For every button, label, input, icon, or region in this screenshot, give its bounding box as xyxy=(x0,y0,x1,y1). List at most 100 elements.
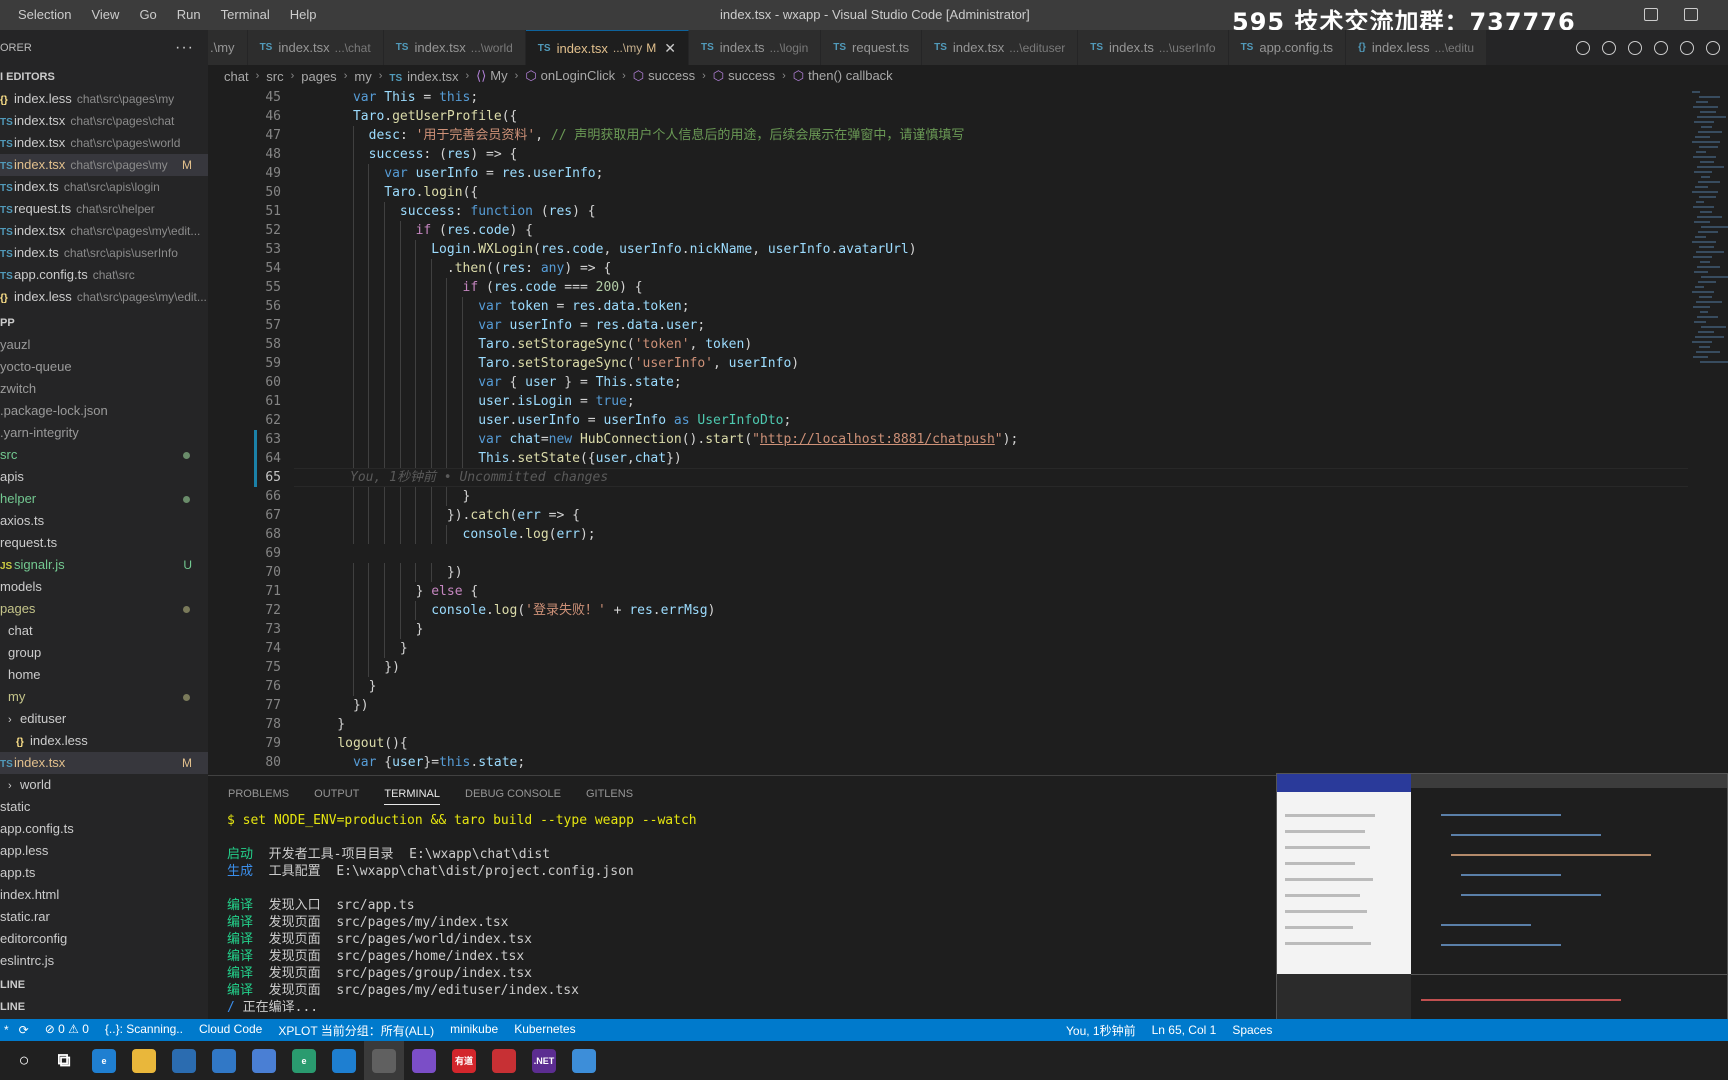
scanning-status[interactable]: {..}: Scanning.. xyxy=(105,1022,183,1039)
code-line[interactable]: 64 This.setState({user,chat}) xyxy=(208,449,1688,468)
tree-item-static-rar[interactable]: static.rar xyxy=(0,906,208,928)
code-line[interactable]: 77 }) xyxy=(208,696,1688,715)
toggle-sidebar-icon[interactable] xyxy=(1644,8,1658,21)
open-editor-item[interactable]: {} index.less chat\src\pages\my\edit... xyxy=(0,286,208,308)
xplot-group-status[interactable]: XPLOT 当前分组：所有(ALL) xyxy=(278,1022,434,1039)
open-editor-item[interactable]: {} index.less chat\src\pages\my xyxy=(0,88,208,110)
code-line[interactable]: 69 xyxy=(208,544,1688,563)
customize-layout-icon[interactable] xyxy=(1684,8,1698,21)
tree-item-app-ts[interactable]: app.ts xyxy=(0,862,208,884)
outline-section-title[interactable]: LINE xyxy=(0,974,25,996)
code-line[interactable]: 52 if (res.code) { xyxy=(208,221,1688,240)
timeline-icon[interactable] xyxy=(1576,40,1590,55)
tree-item-home[interactable]: home xyxy=(0,664,208,686)
taskbar-vscode[interactable] xyxy=(324,1041,364,1080)
next-change-icon[interactable] xyxy=(1680,40,1694,55)
taskbar-youdao[interactable]: 有道 xyxy=(444,1041,484,1080)
open-editor-item[interactable]: TSrequest.ts chat\src\helper xyxy=(0,198,208,220)
git-blame-status[interactable]: You, 1秒钟前 xyxy=(1066,1022,1136,1039)
code-line[interactable]: 56 var token = res.data.token; xyxy=(208,297,1688,316)
tree-item-app-config-ts[interactable]: app.config.ts xyxy=(0,818,208,840)
taskbar-edge-dev[interactable]: e xyxy=(284,1041,324,1080)
code-editor[interactable]: 45 var This = this; 46 Taro.getUserProfil… xyxy=(208,87,1688,775)
taskbar-mail[interactable] xyxy=(204,1041,244,1080)
taskbar-wechat[interactable] xyxy=(364,1041,404,1080)
code-line[interactable]: 62 user.userInfo = userInfo as UserInfoD… xyxy=(208,411,1688,430)
open-editor-item[interactable]: TSapp.config.ts chat\src xyxy=(0,264,208,286)
editor-tab[interactable]: TS index.tsx ...\edituser xyxy=(922,30,1079,65)
tree-item-pages[interactable]: pages xyxy=(0,598,208,620)
code-line[interactable]: 73 } xyxy=(208,620,1688,639)
editor-tab[interactable]: TS index.ts ...\userInfo xyxy=(1078,30,1229,65)
code-line[interactable]: 65 You, 1秒钟前 • Uncommitted changes xyxy=(208,468,1688,487)
tree-item-yarn-integrity[interactable]: .yarn-integrity xyxy=(0,422,208,444)
panel-tab-debug-console[interactable]: DEBUG CONSOLE xyxy=(465,784,561,804)
menu-view[interactable]: View xyxy=(81,0,129,30)
code-line[interactable]: 74 } xyxy=(208,639,1688,658)
tree-item-yocto-queue[interactable]: yocto-queue xyxy=(0,356,208,378)
sync-icon[interactable]: ⟳ xyxy=(19,1023,29,1037)
tree-item-src[interactable]: src xyxy=(0,444,208,466)
menu-run[interactable]: Run xyxy=(167,0,211,30)
close-tab-icon[interactable]: ✕ xyxy=(664,40,676,57)
tree-item-package-lock-json[interactable]: .package-lock.json xyxy=(0,400,208,422)
code-line[interactable]: 70 }) xyxy=(208,563,1688,582)
menu-terminal[interactable]: Terminal xyxy=(211,0,280,30)
code-line[interactable]: 46 Taro.getUserProfile({ xyxy=(208,107,1688,126)
cursor-position[interactable]: Ln 65, Col 1 xyxy=(1152,1023,1217,1037)
open-editor-item[interactable]: TSindex.ts chat\src\apis\userInfo xyxy=(0,242,208,264)
breadcrumb-item[interactable]: ⬡ then() callback xyxy=(793,68,893,84)
editor-tab[interactable]: TS index.ts ...\login xyxy=(688,30,822,65)
code-line[interactable]: 48 success: (res) => { xyxy=(208,145,1688,164)
open-editor-item[interactable]: TSindex.ts chat\src\apis\login xyxy=(0,176,208,198)
tree-item-eslintrc-js[interactable]: eslintrc.js xyxy=(0,950,208,972)
panel-tab-gitlens[interactable]: GITLENS xyxy=(586,784,633,804)
code-line[interactable]: 63 var chat=new HubConnection().start("h… xyxy=(208,430,1688,449)
breadcrumb-item[interactable]: TS index.tsx xyxy=(389,69,458,84)
tree-item-helper[interactable]: helper xyxy=(0,488,208,510)
editor-tab[interactable]: TS app.config.ts xyxy=(1228,30,1347,65)
tree-item-apis[interactable]: apis xyxy=(0,466,208,488)
cloud-code-status[interactable]: Cloud Code xyxy=(199,1022,262,1039)
code-line[interactable]: 45 var This = this; xyxy=(208,88,1688,107)
code-line[interactable]: 57 var userInfo = res.data.user; xyxy=(208,316,1688,335)
tree-item-app-less[interactable]: app.less xyxy=(0,840,208,862)
tree-item-my[interactable]: my xyxy=(0,686,208,708)
editor-tab[interactable]: .\my xyxy=(208,30,248,65)
taskbar-dotnet[interactable]: .NET xyxy=(524,1041,564,1080)
compare-changes-icon[interactable] xyxy=(1602,40,1616,55)
previous-change-icon[interactable] xyxy=(1654,40,1668,55)
tree-item-edituser[interactable]: › edituser xyxy=(0,708,208,730)
code-line[interactable]: 49 var userInfo = res.userInfo; xyxy=(208,164,1688,183)
editor-tab[interactable]: TS index.tsx ...\my M ✕ xyxy=(525,30,689,65)
tree-item-editorconfig[interactable]: editorconfig xyxy=(0,928,208,950)
open-editors-section-title[interactable]: I EDITORS xyxy=(0,66,208,88)
code-line[interactable]: 58 Taro.setStorageSync('token', token) xyxy=(208,335,1688,354)
code-line[interactable]: 71 } else { xyxy=(208,582,1688,601)
code-line[interactable]: 72 console.log('登录失败！' + res.errMsg) xyxy=(208,601,1688,620)
open-editor-item[interactable]: TSindex.tsx chat\src\pages\my M xyxy=(0,154,208,176)
tree-item-signalr-js[interactable]: JS signalr.js U xyxy=(0,554,208,576)
breadcrumb-item[interactable]: my xyxy=(354,69,371,84)
open-editor-item[interactable]: TSindex.tsx chat\src\pages\chat xyxy=(0,110,208,132)
breadcrumb-item[interactable]: chat xyxy=(224,69,249,84)
minimap[interactable] xyxy=(1688,87,1728,775)
taskbar-file-explorer[interactable] xyxy=(124,1041,164,1080)
tree-item-index-tsx[interactable]: TSindex.tsx M xyxy=(0,752,208,774)
taskbar-task-view[interactable]: ⧉ xyxy=(44,1041,84,1080)
code-line[interactable]: 50 Taro.login({ xyxy=(208,183,1688,202)
code-line[interactable]: 61 user.isLogin = true; xyxy=(208,392,1688,411)
open-editor-item[interactable]: TSindex.tsx chat\src\pages\my\edit... xyxy=(0,220,208,242)
taskbar-app-tool[interactable] xyxy=(564,1041,604,1080)
code-line[interactable]: 60 var { user } = This.state; xyxy=(208,373,1688,392)
tree-item-group[interactable]: group xyxy=(0,642,208,664)
tree-item-index-html[interactable]: index.html xyxy=(0,884,208,906)
breadcrumb-item[interactable]: ⬡ onLoginClick xyxy=(525,68,615,84)
editor-tab[interactable]: TS index.tsx ...\chat xyxy=(247,30,384,65)
tree-item-yauzl[interactable]: yauzl xyxy=(0,334,208,356)
code-line[interactable]: 47 desc: '用于完善会员资料', // 声明获取用户个人信息后的用途，后… xyxy=(208,126,1688,145)
kubernetes-status[interactable]: Kubernetes xyxy=(514,1022,575,1039)
minikube-status[interactable]: minikube xyxy=(450,1022,498,1039)
tree-item-world[interactable]: › world xyxy=(0,774,208,796)
code-line[interactable]: 68 console.log(err); xyxy=(208,525,1688,544)
